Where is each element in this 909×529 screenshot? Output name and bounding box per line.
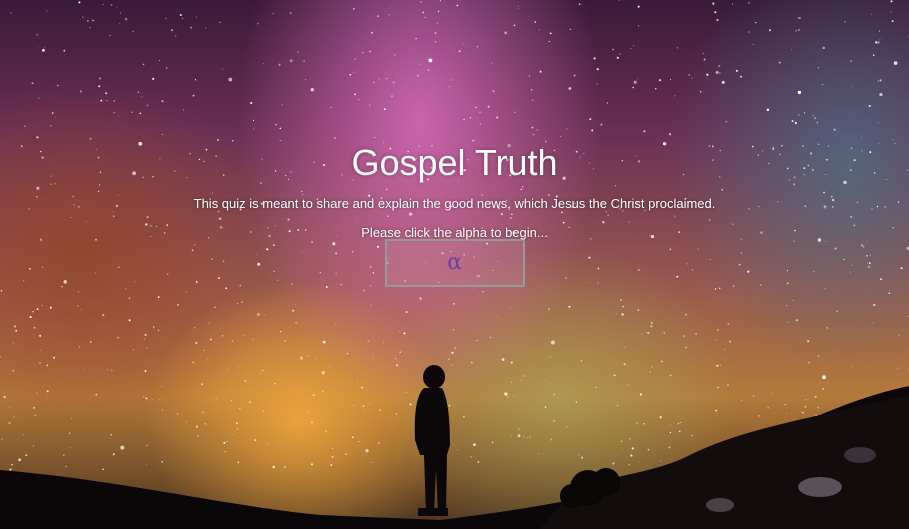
quiz-description: This quiz is meant to share and explain … — [193, 196, 716, 211]
quiz-intro: Gospel Truth This quiz is meant to share… — [0, 140, 909, 287]
page-title: Gospel Truth — [351, 142, 558, 183]
quiz-landing-page: Gospel Truth This quiz is meant to share… — [0, 0, 909, 529]
start-instruction: Please click the alpha to begin... — [361, 225, 548, 240]
start-quiz-button[interactable]: α — [384, 239, 525, 287]
